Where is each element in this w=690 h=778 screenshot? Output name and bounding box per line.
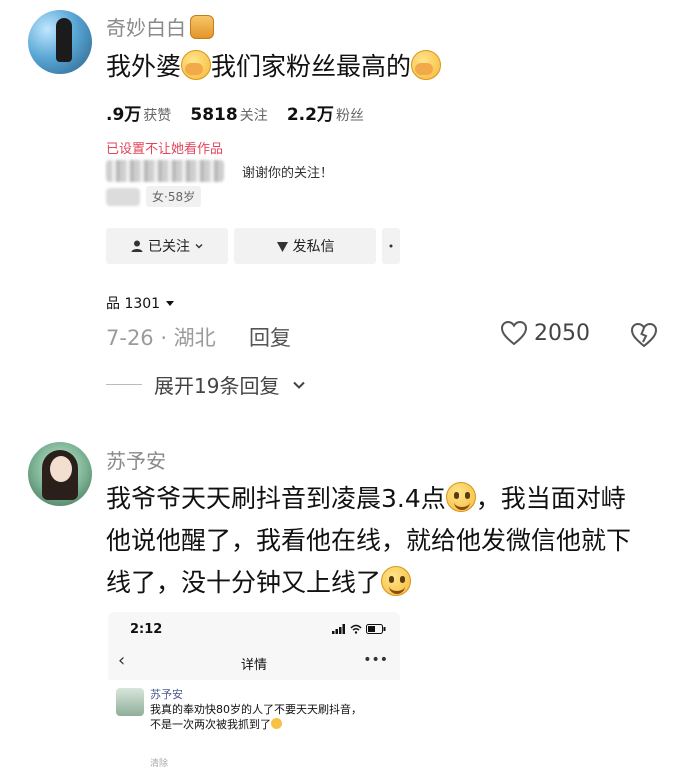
comment-line: 他说他醒了，我看他在线，就给他发微信他就下: [106, 526, 632, 555]
comment-username[interactable]: 苏予安: [106, 445, 166, 474]
comment-username[interactable]: 奇妙白白: [106, 12, 214, 41]
message-label: 发私信: [292, 239, 335, 255]
profile-tag: 女·58岁: [146, 186, 202, 207]
phone-sender: 苏予安: [150, 688, 183, 701]
avatar: [116, 688, 144, 716]
message-button[interactable]: 发私信: [234, 228, 376, 264]
honey-jar-badge-icon: [190, 15, 214, 39]
send-icon: [276, 241, 288, 252]
comment-line: 我爷爷天天刷抖音到凌晨3.4点 ，我当面对峙: [106, 478, 631, 520]
more-icon[interactable]: •••: [363, 652, 388, 668]
comment-text-part: 我们家粉丝最高的: [211, 52, 412, 81]
smile-emoji-icon: [381, 566, 412, 596]
thanks-text: 谢谢你的关注！: [242, 166, 334, 181]
profile-stats: .9万 获赞 5818 关注 2.2万 粉丝: [106, 100, 378, 125]
phone-status-icons: [332, 624, 386, 634]
phone-message-text: 不是一次两次被我抓到了: [150, 718, 271, 731]
comment-text-part: ，我当面对峙: [475, 484, 626, 513]
broken-heart-icon: [630, 322, 658, 348]
comment-line: 线了，没十分钟又上线了: [106, 562, 631, 604]
followers-value: 2.2万: [286, 105, 334, 125]
following-value: 5818: [190, 105, 238, 125]
comment-text: 我爷爷天天刷抖音到凌晨3.4点 ，我当面对峙 他说他醒了，我看他在线，就给他发微信…: [106, 478, 631, 604]
more-button[interactable]: [382, 228, 400, 264]
phone-message-line: 我真的奉劝快80岁的人了不要天天刷抖音，: [150, 703, 362, 716]
avatar[interactable]: [28, 442, 92, 506]
phone-bottom-label: 清除: [150, 759, 169, 769]
avatar-face: [50, 456, 72, 482]
like-button[interactable]: 2050: [500, 320, 590, 346]
following-label: 关注: [239, 108, 268, 124]
user-icon: [131, 240, 143, 252]
smile-emoji-icon: [445, 482, 476, 512]
more-icon: [389, 244, 393, 248]
privacy-note: 已设置不让她看作品: [106, 142, 224, 157]
followers-label: 粉丝: [335, 108, 364, 124]
phone-message-line: 不是一次两次被我抓到了: [150, 717, 395, 732]
chevron-down-icon: [195, 244, 203, 249]
works-count[interactable]: 品 1301: [106, 293, 175, 313]
dislike-button[interactable]: [630, 322, 658, 352]
face-with-hand-emoji-icon: [181, 50, 212, 80]
divider: [106, 384, 142, 385]
phone-bottom-bar: 清除: [150, 756, 168, 769]
chevron-down-icon: [293, 381, 306, 389]
comment-text-part: 线了，没十分钟又上线了: [106, 568, 382, 597]
phone-title: 详情: [240, 658, 267, 673]
phone-message-card: 苏予安 我真的奉劝快80岁的人了不要天天刷抖音， 不是一次两次被我抓到了 清除: [108, 680, 400, 778]
username-text: 奇妙白白: [106, 16, 186, 40]
comment-text-part: 我爷爷天天刷抖音到凌晨3.4点: [106, 484, 446, 513]
phone-message: 我真的奉劝快80岁的人了不要天天刷抖音， 不是一次两次被我抓到了: [150, 702, 395, 732]
expand-label: 展开19条回复: [154, 374, 280, 398]
reply-button[interactable]: 回复: [249, 322, 291, 352]
like-count: 2050: [534, 320, 590, 346]
phone-time: 2:12: [130, 622, 163, 637]
likes-value: .9万: [106, 105, 142, 125]
attached-screenshot[interactable]: 2:12 ‹ 详情 ••• 苏予安 我真的奉劝快80岁的人了不要天天刷抖音， 不…: [108, 612, 400, 778]
phone-nav-bar: ‹ 详情 •••: [108, 648, 400, 680]
avatar[interactable]: [28, 10, 92, 74]
comment-date-location: 7-26 · 湖北: [106, 326, 216, 350]
likes-label: 获赞: [143, 108, 172, 124]
blurred-info: [106, 160, 224, 182]
chevron-down-icon: [165, 301, 174, 306]
avatar-figure: [56, 18, 72, 62]
heart-icon: [500, 320, 528, 346]
blurred-info: [106, 188, 140, 206]
comment-text: 我外婆 我们家粉丝最高的: [106, 46, 442, 88]
face-with-hand-emoji-icon: [411, 50, 442, 80]
wifi-icon: [350, 624, 362, 634]
expand-replies[interactable]: 展开19条回复: [106, 370, 307, 399]
smile-emoji-icon: [271, 718, 282, 729]
followed-label: 已关注: [148, 239, 190, 255]
comment-text-part: 我外婆: [106, 52, 182, 81]
followed-button[interactable]: 已关注: [106, 228, 228, 264]
signal-icon: [332, 624, 345, 634]
battery-icon: [366, 624, 386, 634]
works-count-text: 品 1301: [106, 296, 161, 312]
